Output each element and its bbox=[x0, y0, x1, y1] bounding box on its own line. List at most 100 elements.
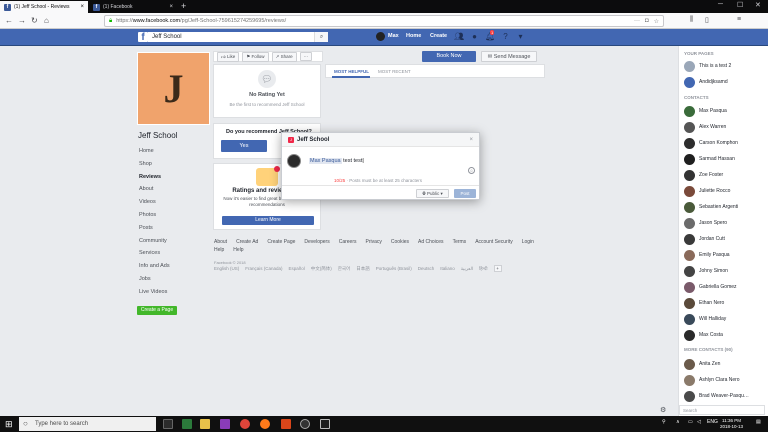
list-item[interactable]: Ethan Nero bbox=[684, 297, 766, 309]
dialog-header: J Jeff School × bbox=[282, 133, 479, 147]
dialog-footer: 🌐︎ Public ▾ Post bbox=[282, 185, 479, 199]
list-item[interactable]: Alex Warren bbox=[684, 121, 766, 133]
contact-name: Anita Zen bbox=[699, 361, 721, 367]
mail-icon[interactable] bbox=[320, 419, 330, 429]
list-item[interactable]: Max Costa bbox=[684, 329, 766, 341]
messenger-icon[interactable]: ● bbox=[470, 32, 479, 41]
avatar[interactable] bbox=[376, 32, 385, 41]
sidebar-icon[interactable]: ▯ bbox=[705, 16, 709, 24]
input-language[interactable]: ENG bbox=[707, 419, 718, 425]
show-hidden-icons[interactable]: ∧ bbox=[676, 419, 680, 425]
facebook-top-bar: f Jeff School ⌕ Max Home Create 👥︎ ● 🔔︎ … bbox=[0, 29, 768, 46]
notifications-icon[interactable]: ▤ bbox=[756, 419, 761, 425]
avatar bbox=[684, 137, 695, 149]
close-icon[interactable]: × bbox=[469, 137, 473, 143]
create-link[interactable]: Create bbox=[430, 33, 447, 39]
system-clock[interactable]: 11:36 PM 2018-10-13 bbox=[720, 418, 743, 430]
privacy-selector[interactable]: 🌐︎ Public ▾ bbox=[416, 189, 449, 198]
contact-name: Sebastien Argenti bbox=[699, 204, 739, 210]
emoji-icon[interactable]: ☺ bbox=[468, 167, 475, 174]
search-icon[interactable]: ⌕ bbox=[314, 32, 328, 42]
home-link[interactable]: Home bbox=[406, 33, 421, 39]
contact-name: Alex Warren bbox=[699, 124, 727, 130]
avatar bbox=[684, 297, 695, 309]
avatar bbox=[684, 313, 695, 325]
windows-start-icon[interactable]: ⊞ bbox=[5, 419, 15, 429]
facebook-search-input[interactable]: Jeff School ⌕ bbox=[148, 32, 328, 42]
list-item[interactable]: Jason Spero bbox=[684, 217, 766, 229]
file-explorer-icon[interactable] bbox=[200, 419, 210, 429]
list-item[interactable]: Sebastien Argenti bbox=[684, 201, 766, 213]
review-text-input[interactable]: Max Pasqua test test| bbox=[309, 158, 364, 164]
settings-gear-icon[interactable]: ⚙ bbox=[660, 406, 669, 415]
avatar bbox=[684, 374, 695, 386]
chrome-icon[interactable] bbox=[240, 419, 250, 429]
tab-label: (1) Facebook bbox=[103, 4, 133, 10]
review-dialog: J Jeff School × Max Pasqua test test| ☺ … bbox=[281, 132, 480, 200]
list-item[interactable]: Will Halliday bbox=[684, 313, 766, 325]
chat-search-input[interactable]: Search bbox=[679, 405, 765, 415]
chat-sidebar: YOUR PAGES This is a test 2 Andidjksamd … bbox=[678, 46, 768, 416]
mention-tag: Max Pasqua bbox=[309, 158, 342, 164]
list-item[interactable]: Johny Simon bbox=[684, 265, 766, 277]
maximize-icon[interactable]: ☐ bbox=[737, 1, 743, 9]
post-button[interactable]: Post bbox=[454, 189, 476, 198]
app-icon[interactable] bbox=[220, 419, 230, 429]
your-pages-header: YOUR PAGES bbox=[684, 51, 714, 56]
contact-name: Max Costa bbox=[699, 332, 723, 338]
quick-help-icon[interactable]: ? bbox=[501, 32, 510, 41]
contact-name: Max Pasqua bbox=[699, 108, 727, 114]
people-icon[interactable]: ⚲ bbox=[662, 419, 666, 425]
contact-name: Brad Weaver-Pasqu… bbox=[699, 393, 749, 399]
friend-requests-icon[interactable]: 👥︎ bbox=[454, 32, 464, 41]
pocket-icon[interactable]: ◘ bbox=[645, 18, 649, 25]
list-item[interactable]: Carson Komphon bbox=[684, 137, 766, 149]
tab-label: (1) Jeff School - Reviews bbox=[14, 4, 70, 10]
close-icon[interactable]: × bbox=[169, 4, 173, 10]
minimize-icon[interactable]: ─ bbox=[718, 1, 723, 8]
tab-facebook[interactable]: f (1) Facebook × bbox=[89, 1, 177, 13]
forward-icon[interactable]: → bbox=[18, 16, 26, 25]
list-item[interactable]: Max Pasqua bbox=[684, 105, 766, 117]
more-contacts-header: MORE CONTACTS (90) bbox=[684, 347, 733, 352]
reload-icon[interactable]: ↻ bbox=[31, 16, 38, 25]
powerpoint-icon[interactable] bbox=[281, 419, 291, 429]
library-icon[interactable]: ⫼ bbox=[690, 16, 693, 24]
network-icon[interactable]: ▭ bbox=[688, 419, 693, 425]
list-item[interactable]: This is a test 2 bbox=[684, 60, 766, 72]
list-item[interactable]: Emily Pasqua bbox=[684, 249, 766, 261]
list-item[interactable]: Gabriella Gomez bbox=[684, 281, 766, 293]
menu-icon[interactable]: ≡ bbox=[737, 16, 741, 23]
list-item[interactable]: Anita Zen bbox=[684, 358, 766, 370]
list-item[interactable]: Sarmad Hassan bbox=[684, 153, 766, 165]
firefox-icon[interactable] bbox=[260, 419, 270, 429]
list-item[interactable]: Brad Weaver-Pasqu… bbox=[684, 390, 766, 402]
home-icon[interactable]: ⌂ bbox=[44, 16, 49, 25]
task-view-icon[interactable] bbox=[163, 419, 173, 429]
avatar bbox=[684, 76, 695, 88]
list-item[interactable]: Ashlyn Clara Nero bbox=[684, 374, 766, 386]
page-actions-icon[interactable]: ··· bbox=[634, 18, 640, 25]
bookmark-star-icon[interactable]: ☆ bbox=[654, 18, 659, 25]
dialog-title: Jeff School bbox=[297, 136, 330, 143]
window-close-icon[interactable]: ✕ bbox=[755, 1, 761, 9]
new-tab-button[interactable]: + bbox=[181, 1, 186, 12]
list-item[interactable]: Zoe Foster bbox=[684, 169, 766, 181]
facebook-logo-icon[interactable]: f bbox=[138, 32, 148, 43]
account-menu-icon[interactable]: ▾ bbox=[516, 32, 525, 41]
volume-icon[interactable]: ◁ bbox=[697, 419, 701, 425]
list-item[interactable]: Juliette Rocco bbox=[684, 185, 766, 197]
contact-name: Ethan Nero bbox=[699, 300, 725, 306]
windows-taskbar: ⊞ ○ Type here to search ⚲ ∧ ▭ ◁ ENG 11:3… bbox=[0, 416, 768, 432]
address-bar[interactable]: 🔒︎ https://www.facebook.com/pg/Jeff-Scho… bbox=[104, 15, 664, 27]
clock-app-icon[interactable] bbox=[300, 419, 310, 429]
list-item[interactable]: Jordan Cutt bbox=[684, 233, 766, 245]
taskbar-search-input[interactable]: ○ Type here to search bbox=[19, 417, 156, 431]
close-icon[interactable]: × bbox=[80, 4, 84, 10]
tab-reviews[interactable]: f (1) Jeff School - Reviews × bbox=[0, 1, 88, 13]
profile-link[interactable]: Max bbox=[388, 33, 399, 39]
avatar bbox=[684, 249, 695, 261]
list-item[interactable]: Andidjksamd bbox=[684, 76, 766, 88]
excel-icon[interactable] bbox=[182, 419, 192, 429]
back-icon[interactable]: ← bbox=[5, 16, 13, 25]
